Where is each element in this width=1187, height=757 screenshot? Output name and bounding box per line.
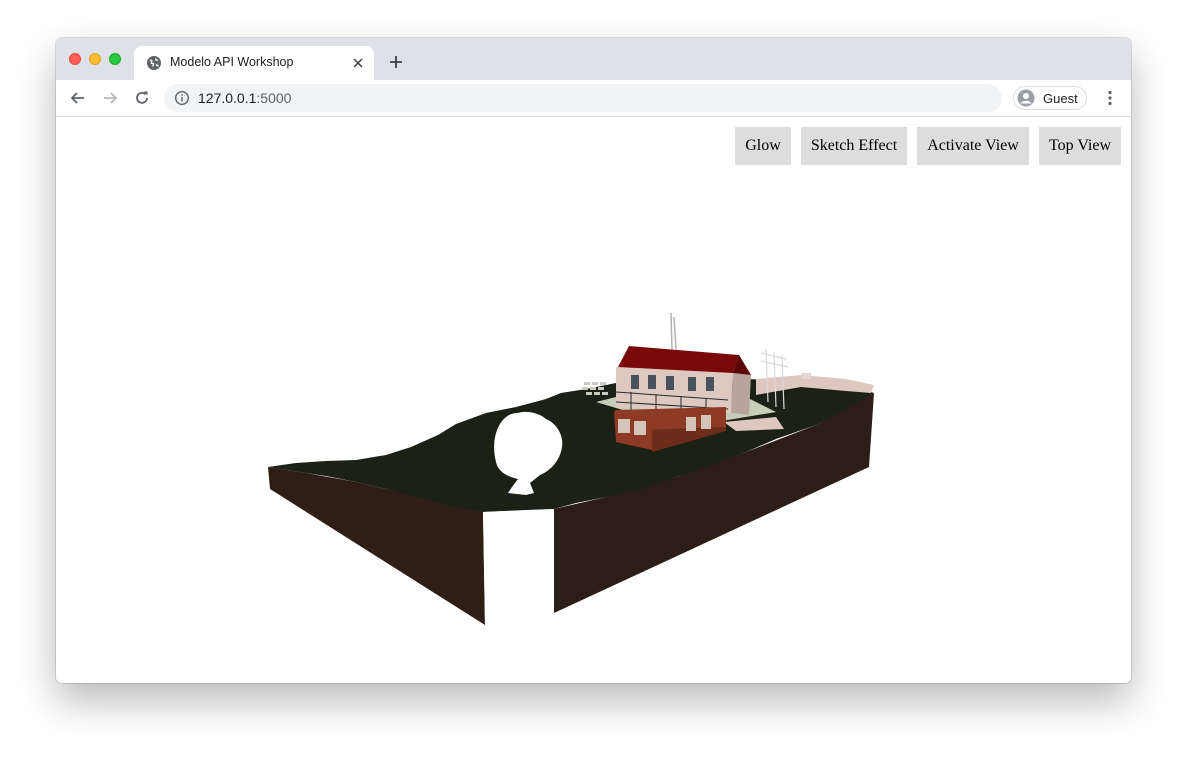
avatar-icon (1017, 89, 1035, 107)
sketch-effect-button[interactable]: Sketch Effect (801, 127, 907, 165)
browser-window: Modelo API Workshop 127.0.0.1:5000 Guest… (56, 38, 1131, 683)
address-bar[interactable]: 127.0.0.1:5000 (164, 84, 1002, 112)
url-host: 127.0.0.1 (198, 90, 257, 106)
profile-label: Guest (1043, 91, 1078, 106)
tab-title: Modelo API Workshop (170, 55, 294, 69)
plus-icon[interactable] (386, 52, 406, 72)
close-window-button[interactable] (69, 53, 81, 65)
outbuilding (801, 373, 811, 379)
top-view-button[interactable]: Top View (1039, 127, 1121, 165)
arrow-left-icon[interactable] (68, 88, 88, 108)
arrow-right-icon[interactable] (100, 88, 120, 108)
globe-icon (147, 56, 161, 70)
glow-button[interactable]: Glow (735, 127, 791, 165)
browser-toolbar: 127.0.0.1:5000 Guest (56, 80, 1131, 117)
site-3d-model[interactable] (56, 117, 1131, 683)
info-icon[interactable] (174, 90, 190, 106)
close-icon[interactable] (350, 55, 366, 71)
antenna (670, 312, 677, 350)
zoom-window-button[interactable] (109, 53, 121, 65)
url-port: :5000 (256, 90, 292, 106)
tab-strip: Modelo API Workshop (56, 38, 1131, 80)
terrain-cut (483, 509, 554, 625)
profile-button[interactable]: Guest (1013, 86, 1087, 110)
minimize-window-button[interactable] (89, 53, 101, 65)
page-viewport: Glow Sketch Effect Activate View Top Vie… (56, 117, 1131, 683)
url-text[interactable]: 127.0.0.1:5000 (198, 90, 291, 106)
kebab-menu-icon[interactable] (1100, 88, 1120, 108)
activate-view-button[interactable]: Activate View (917, 127, 1029, 165)
reload-icon[interactable] (132, 88, 152, 108)
tab-active[interactable]: Modelo API Workshop (134, 46, 374, 80)
